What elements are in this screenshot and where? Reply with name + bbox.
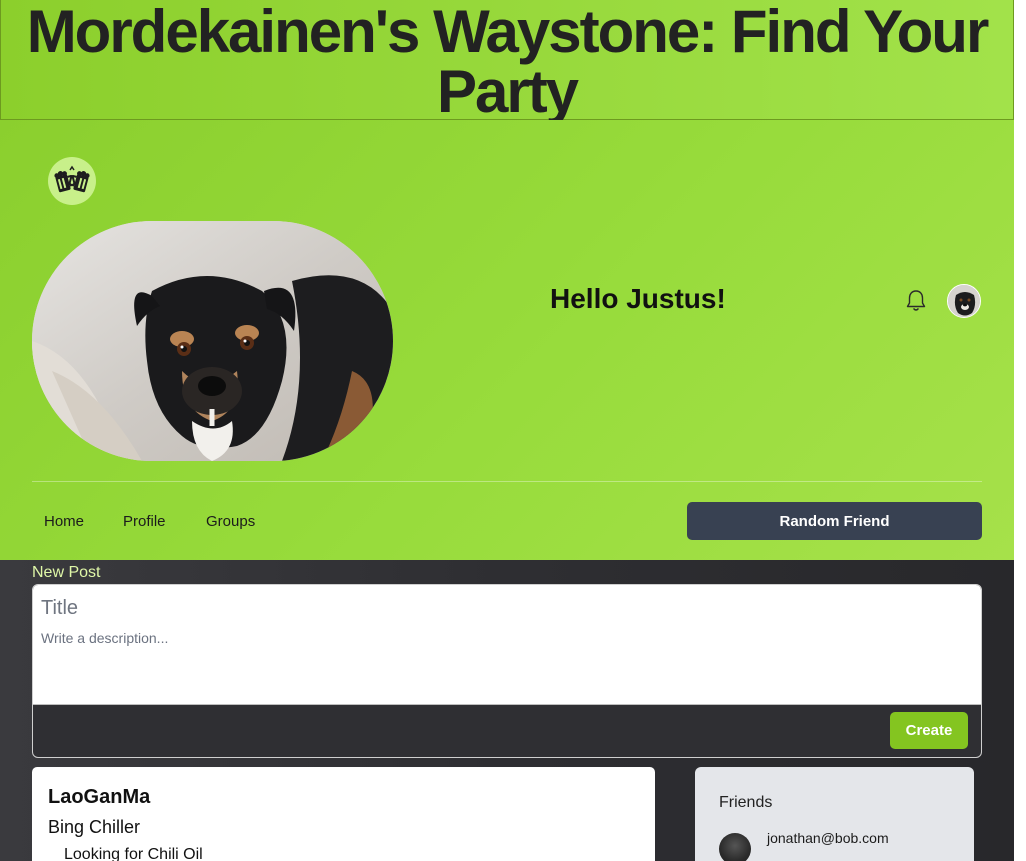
page: Mordekainen's Waystone: Find Your Party	[0, 0, 1014, 861]
beer-mugs-icon[interactable]	[48, 157, 96, 205]
header-divider	[32, 481, 982, 482]
create-post-button[interactable]: Create	[890, 712, 968, 749]
post-card[interactable]: LaoGanMa Bing Chiller Looking for Chili …	[32, 767, 655, 861]
post-title: Bing Chiller	[48, 817, 141, 837]
site-title: Mordekainen's Waystone: Find Your Party	[26, 0, 990, 125]
friend-item[interactable]: jonathan@bob.com	[719, 830, 950, 861]
main-content: New Post Create LaoGanMa Bing Chiller Lo…	[0, 560, 1014, 861]
title-banner: Mordekainen's Waystone: Find Your Party	[0, 0, 1014, 125]
friend-email: jonathan@bob.com	[767, 830, 889, 846]
post-body: Looking for Chili Oil	[64, 846, 203, 861]
hero-image	[32, 221, 393, 461]
bell-icon[interactable]	[904, 288, 928, 314]
friend-avatar	[719, 833, 751, 861]
friends-panel: Friends jonathan@bob.com	[695, 767, 974, 861]
user-avatar[interactable]	[947, 284, 981, 318]
nav-groups[interactable]: Groups	[206, 513, 255, 530]
header: Hello Justus! Home Profile Groups Random…	[0, 120, 1014, 560]
new-post-form: Create	[32, 584, 982, 758]
post-description-input[interactable]	[41, 630, 973, 690]
nav-profile[interactable]: Profile	[123, 513, 166, 530]
post-author: LaoGanMa	[48, 786, 151, 808]
greeting: Hello Justus!	[550, 283, 726, 314]
new-post-inputs	[33, 585, 981, 705]
friends-title: Friends	[719, 794, 773, 811]
random-friend-button[interactable]: Random Friend	[687, 502, 982, 540]
new-post-label: New Post	[32, 564, 101, 581]
post-title-input[interactable]	[41, 597, 973, 620]
nav-home[interactable]: Home	[44, 513, 84, 530]
